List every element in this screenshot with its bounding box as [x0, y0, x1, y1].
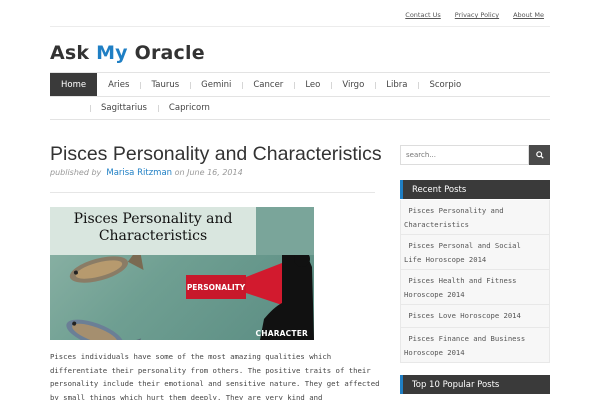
post-date: June 16, 2014 — [187, 168, 243, 177]
recent-post-line-2: Life Horoscope 2014 — [404, 254, 487, 264]
recent-post-line-1: Pisces Personality and — [404, 206, 504, 215]
recent-post-item[interactable]: Pisces Personal and Social Life Horoscop… — [400, 235, 550, 270]
recent-post-item[interactable]: Pisces Health and Fitness Horoscope 2014 — [400, 270, 550, 305]
popular-posts-title: Top 10 Popular Posts — [400, 375, 550, 394]
contact-us-link[interactable]: Contact Us — [405, 11, 441, 19]
meta-prefix: published by — [50, 168, 102, 177]
recent-post-line-2: Characteristics — [404, 219, 469, 229]
recent-post-line-1: Pisces Personal and Social — [404, 241, 521, 250]
image-heading-line-1: Pisces Personality and — [73, 211, 233, 227]
search-input[interactable] — [400, 145, 529, 165]
recent-post-item[interactable]: Pisces Love Horoscope 2014 — [400, 305, 550, 328]
recent-post-line-1: Pisces Love Horoscope 2014 — [404, 311, 521, 320]
search-form — [400, 145, 550, 165]
recent-post-line-2: Horoscope 2014 — [404, 289, 465, 299]
nav-item-leo[interactable]: Leo — [294, 73, 331, 96]
nav-item-capricorn[interactable]: Capricorn — [157, 96, 221, 119]
logo-text-1: Ask — [50, 42, 97, 64]
image-banner-fill — [256, 207, 314, 255]
logo-text-2: Oracle — [127, 42, 205, 64]
nav-item-aries[interactable]: Aries — [97, 73, 140, 96]
nav-item-virgo[interactable]: Virgo — [331, 73, 375, 96]
nav-item-sagittarius[interactable]: Sagittarius — [90, 96, 158, 119]
nav-item-home[interactable]: Home — [50, 73, 98, 96]
privacy-policy-link[interactable]: Privacy Policy — [455, 11, 499, 19]
search-icon — [535, 151, 544, 159]
nav-item-libra[interactable]: Libra — [375, 73, 418, 96]
post-meta: published by Marisa Ritzman on June 16, … — [50, 168, 243, 178]
recent-posts-list: Pisces Personality and Characteristics P… — [400, 200, 550, 363]
main-nav: Home Aries Taurus Gemini Cancer Leo Virg… — [50, 72, 550, 97]
nav-item-cancer[interactable]: Cancer — [242, 73, 294, 96]
top-links: Contact Us Privacy Policy About Me — [405, 11, 544, 19]
nav-item-scorpio[interactable]: Scorpio — [418, 73, 472, 96]
about-me-link[interactable]: About Me — [513, 11, 544, 19]
post-title[interactable]: Pisces Personality and Characteristics — [50, 143, 382, 166]
character-label: CHARACTER — [255, 329, 308, 338]
image-heading-line-2: Characteristics — [98, 228, 208, 244]
recent-post-line-2: Horoscope 2014 — [404, 347, 465, 357]
logo-text-accent: My — [96, 42, 128, 64]
nav-item-gemini[interactable]: Gemini — [190, 73, 242, 96]
recent-posts-title: Recent Posts — [400, 180, 550, 199]
nav-item-taurus[interactable]: Taurus — [140, 73, 190, 96]
recent-post-line-1: Pisces Finance and Business — [404, 334, 526, 343]
image-heading: Pisces Personality and Characteristics — [50, 207, 256, 255]
author-link[interactable]: Marisa Ritzman — [106, 168, 172, 178]
site-logo[interactable]: Ask My Oracle — [50, 42, 205, 64]
featured-image: Pisces Personality and Characteristics P… — [50, 207, 314, 340]
recent-post-item[interactable]: Pisces Personality and Characteristics — [400, 200, 550, 235]
recent-post-line-1: Pisces Health and Fitness — [404, 276, 517, 285]
main-nav-row-2: Sagittarius Capricorn — [50, 96, 550, 120]
recent-post-item[interactable]: Pisces Finance and Business Horoscope 20… — [400, 328, 550, 363]
search-button[interactable] — [529, 145, 550, 165]
header-divider — [50, 26, 550, 27]
meta-divider — [50, 192, 375, 193]
meta-on: on — [174, 168, 185, 177]
post-body: Pisces individuals have some of the most… — [50, 352, 380, 400]
personality-label: PERSONALITY — [186, 275, 246, 299]
